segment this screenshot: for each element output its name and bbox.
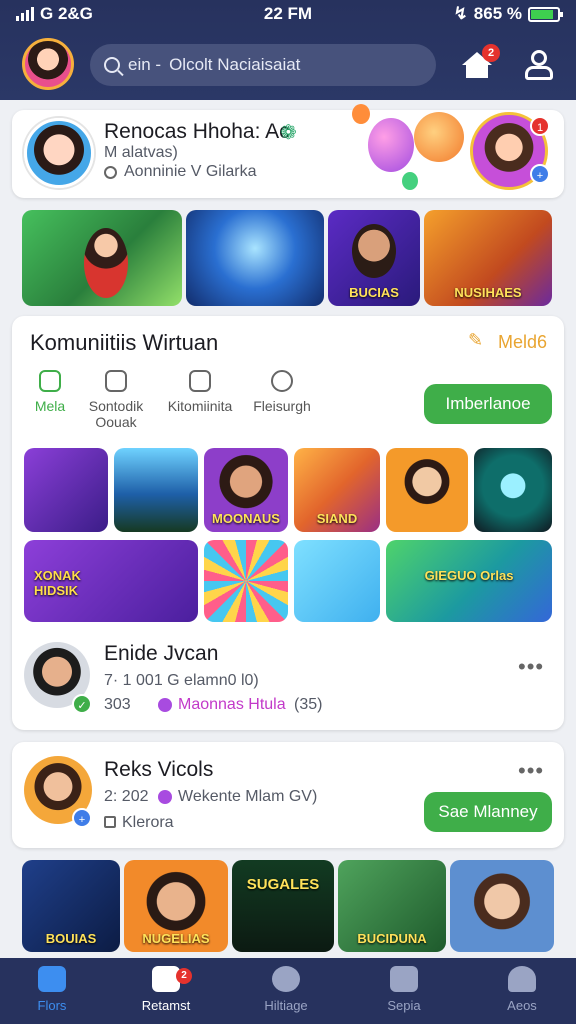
post1-tag-suffix: (35) (294, 696, 323, 713)
post1-count: 303 (104, 696, 131, 713)
profile-avatar (24, 118, 94, 188)
person-icon (531, 50, 547, 66)
post2-name: Reks Vicols (104, 758, 214, 781)
balloon-decoration (368, 118, 414, 172)
person-icon (508, 966, 536, 992)
post1-tag: Maonnas Htula (178, 696, 286, 713)
bottom-tile-3[interactable]: SUGALES (232, 860, 334, 952)
bottom-tile-2[interactable]: NUGELIAS (124, 860, 228, 952)
profile-title: Renocas Hhoha: Ac (104, 120, 290, 143)
battery-label: 865 % (473, 4, 522, 23)
post1-line1: 7· 1 001 G elamn0 l0) (104, 672, 259, 689)
post2-action-button[interactable]: Sae Mlanney (424, 792, 552, 832)
tag-icon (158, 790, 172, 804)
tag-icon (158, 698, 172, 712)
grid-tile-6[interactable] (474, 448, 552, 532)
community-title: Komuniitiis Wirtuan (30, 330, 219, 355)
bottom-tile-5[interactable] (450, 860, 554, 952)
bottom-navigation: Flors 2 Retamst Hiltiage Sepia Aeos (0, 958, 576, 1024)
status-bar: G 2&G 22 FM ↯ 865 % (0, 4, 576, 26)
profile-card[interactable]: Renocas Hhoha: Ac ❁ M alatvas) Aonninie … (12, 104, 564, 198)
bottom-tile-4[interactable]: BUCIDUNA (338, 860, 446, 952)
category-chat[interactable]: Sontodik Oouak (76, 370, 156, 430)
mascot-decoration (414, 112, 464, 162)
grid-tile-4[interactable]: SIAND (294, 448, 380, 532)
home-icon (39, 370, 61, 392)
profile-subtitle: M alatvas) (104, 144, 178, 161)
post2-more-button[interactable]: ••• (518, 758, 544, 784)
more-link[interactable]: Meld6 (498, 332, 547, 353)
gear-icon (271, 370, 293, 392)
card-icon (189, 370, 211, 392)
nav-requests[interactable]: 2 Retamst (116, 966, 216, 1013)
search-icon (104, 57, 120, 73)
verified-icon: ✓ (72, 694, 92, 714)
featured-tile-2[interactable] (186, 210, 324, 306)
category-settings[interactable]: Fleisurgh (242, 370, 322, 414)
balloon-orange-decoration (352, 104, 370, 124)
home-notification-button[interactable]: 2 (460, 44, 500, 82)
featured-tile-1[interactable] (22, 210, 182, 306)
refresh-icon (272, 966, 300, 992)
grid-tile-3[interactable]: MOONAUS (204, 448, 288, 532)
search-prefix: ein - (128, 55, 162, 74)
nav-search[interactable]: Sepia (354, 966, 454, 1013)
user-avatar[interactable] (22, 38, 74, 90)
calendar-icon (104, 816, 116, 828)
search-bar[interactable]: ein - Olcolt Naciaisaiat (90, 44, 436, 86)
home-icon (38, 966, 66, 992)
grid-tile-1[interactable] (24, 448, 108, 532)
bluetooth-icon: ↯ (453, 4, 468, 23)
grid-tile-2[interactable] (114, 448, 198, 532)
post2-badge-icon: + (72, 808, 92, 828)
grid-tile-7[interactable] (204, 540, 288, 622)
profile-button[interactable] (522, 48, 556, 82)
post2-line1-rest: Wekente Mlam GV) (178, 788, 318, 805)
post-card-1[interactable]: ✓ Enide Jvcan 7· 1 001 G elamn0 l0) 303 … (12, 632, 564, 732)
post-card-2[interactable]: + Reks Vicols 2: 202 Wekente Mlam GV) Kl… (12, 742, 564, 848)
join-button[interactable]: Imberlanoe (424, 384, 552, 424)
grid-tile-8[interactable] (294, 540, 380, 622)
pencil-icon: ✎ (468, 330, 484, 350)
search-text: Olcolt Naciaisaiat (169, 55, 301, 74)
balloon-small-decoration (402, 172, 418, 190)
browse-icon (390, 966, 418, 992)
post2-line2: Klerora (122, 814, 174, 831)
grid-wide-tile-1[interactable]: XONAK HIDSIK (24, 540, 198, 622)
bottom-tile-1[interactable]: BOUIAS (22, 860, 120, 952)
location-icon (104, 166, 117, 179)
leaf-icon: ❁ (280, 122, 297, 144)
grid-tile-5[interactable] (386, 448, 468, 532)
nav-home[interactable]: Flors (2, 966, 102, 1013)
featured-tile-3[interactable]: BUCIAS (328, 210, 420, 306)
nav-profile[interactable]: Aeos (472, 966, 572, 1013)
grid-wide-tile-2[interactable]: GIEGUO Orlas (386, 540, 552, 622)
post1-name: Enide Jvcan (104, 642, 219, 665)
chat-icon (105, 370, 127, 392)
post1-more-button[interactable]: ••• (518, 654, 544, 680)
add-friend-icon[interactable]: + (530, 164, 550, 184)
battery-icon (528, 6, 563, 22)
category-card[interactable]: Kitomiinita (160, 370, 240, 414)
top-header: G 2&G 22 FM ↯ 865 % ein - Olcolt Naciais… (0, 0, 576, 100)
profile-location: Aonninie V Gilarka (124, 163, 257, 180)
nav-activity[interactable]: Hiltiage (236, 966, 336, 1013)
notification-badge: 2 (482, 44, 500, 62)
nav-badge: 2 (176, 968, 192, 984)
friend-badge: 1 (530, 116, 550, 136)
featured-tile-4[interactable]: NUSIHAES (424, 210, 552, 306)
post2-line1: 2: 202 (104, 788, 149, 805)
